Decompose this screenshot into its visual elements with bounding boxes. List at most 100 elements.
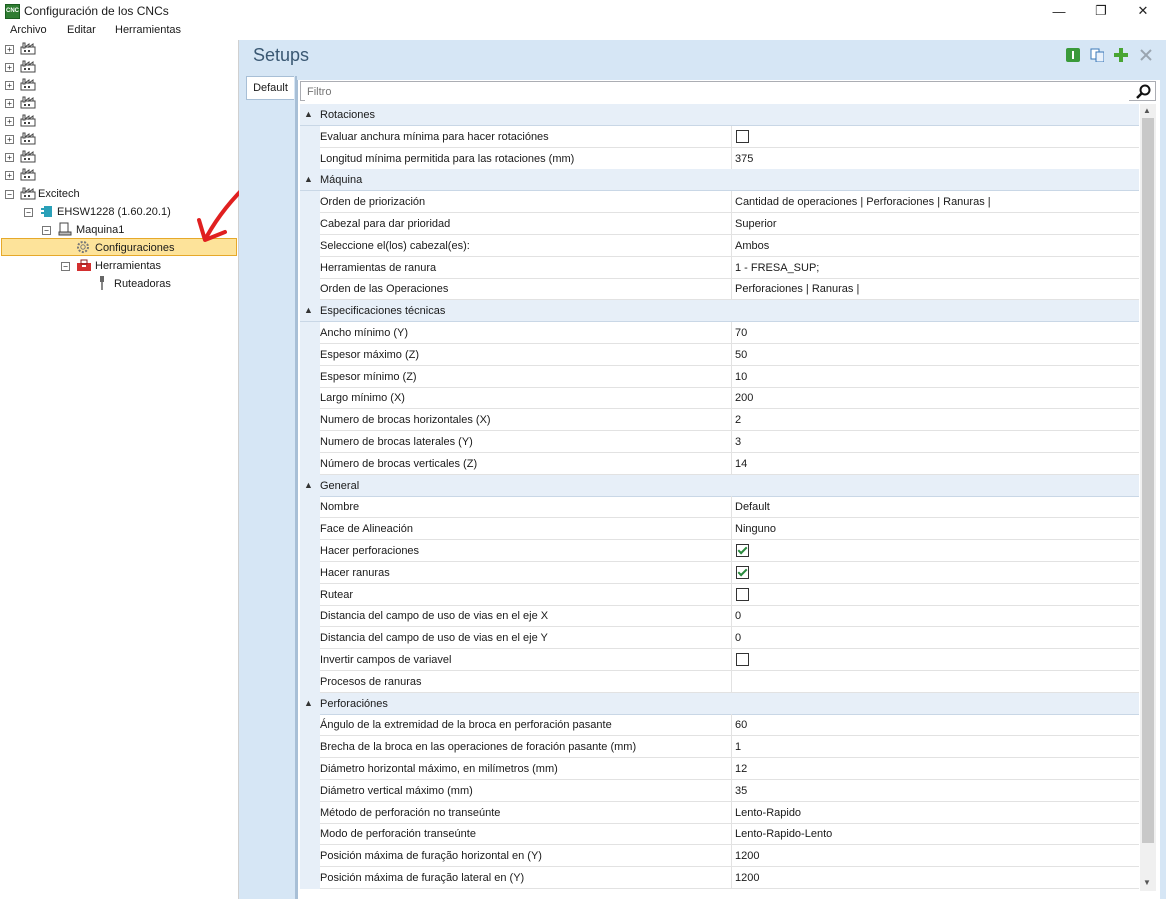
property-row[interactable]: Ángulo de la extremidad de la broca en p… [300,714,1139,737]
property-row[interactable]: Ancho mínimo (Y) 70 [300,322,1139,344]
tree-item-ruteadoras[interactable]: Ruteadoras [114,278,171,290]
expander-excitech[interactable]: − [5,190,14,199]
factory-icon[interactable] [20,168,36,181]
property-row[interactable]: Nombre Default [300,496,1139,519]
delete-icon[interactable] [1139,48,1153,62]
filter-input[interactable] [305,83,1129,101]
property-row[interactable]: Posición máxima de furação lateral en (Y… [300,867,1139,889]
property-row[interactable]: Procesos de ranuras [300,670,1139,693]
expander-factory[interactable]: + [5,45,14,54]
collapse-chevron-icon[interactable]: ▲ [304,698,313,708]
property-row[interactable]: Distancia del campo de uso de vias en el… [300,605,1139,628]
expander-factory[interactable]: + [5,171,14,180]
property-row[interactable]: Diámetro vertical máximo (mm) 35 [300,779,1139,802]
tab-default[interactable]: Default [246,76,294,100]
property-value[interactable]: 375 [735,153,753,165]
property-row[interactable]: Numero de brocas horizontales (X) 2 [300,409,1139,432]
close-button[interactable]: ✕ [1120,0,1166,22]
property-value[interactable]: 1 [735,741,741,753]
collapse-chevron-icon[interactable]: ▲ [304,480,313,490]
property-row[interactable]: Modo de perforación transeúnte Lento-Rapi… [300,823,1139,846]
scroll-down-icon[interactable]: ▼ [1143,878,1151,887]
expander-machine[interactable]: − [24,208,33,217]
expander-herramientas[interactable]: − [61,262,70,271]
property-value[interactable]: 2 [735,414,741,426]
tree-item-machine[interactable]: EHSW1228 (1.60.20.1) [57,206,171,218]
category-row[interactable]: ▲ Rotaciones [300,104,1139,126]
property-row[interactable]: Invertir campos de variavel [300,649,1139,671]
property-value[interactable]: 12 [735,763,747,775]
property-value[interactable]: Perforaciones | Ranuras | [735,283,859,295]
property-value[interactable]: 60 [735,719,747,731]
tree-item-configuraciones[interactable]: Configuraciones [95,242,175,254]
property-row[interactable]: Espesor máximo (Z) 50 [300,343,1139,366]
property-value[interactable]: Cantidad de operaciones | Perforaciones … [735,196,991,208]
property-value[interactable]: 200 [735,392,753,404]
property-row[interactable]: Distancia del campo de uso de vias en el… [300,627,1139,650]
factory-icon[interactable] [20,78,36,91]
tree-item-herramientas[interactable]: Herramientas [95,260,161,272]
property-row[interactable]: Método de perforación no transeúnte Lento… [300,801,1139,824]
expander-factory[interactable]: + [5,135,14,144]
scrollbar-thumb[interactable] [1142,118,1154,843]
property-value[interactable]: 50 [735,349,747,361]
scroll-up-icon[interactable]: ▲ [1143,106,1151,115]
property-row[interactable]: Herramientas de ranura 1 - FRESA_SUP; [300,256,1139,279]
category-row[interactable]: ▲ Especificaciones técnicas [300,300,1139,323]
property-row[interactable]: Espesor mínimo (Z) 10 [300,365,1139,388]
category-row[interactable]: ▲ General [300,474,1139,497]
search-icon[interactable] [1136,84,1152,100]
info-icon[interactable] [1066,48,1080,62]
expander-factory[interactable]: + [5,81,14,90]
property-value[interactable]: 10 [735,371,747,383]
expander-maquina[interactable]: − [42,226,51,235]
property-row[interactable]: Hacer perforaciones [300,540,1139,562]
property-row[interactable]: Número de brocas verticales (Z) 14 [300,452,1139,475]
property-row[interactable]: Evaluar anchura mínima para hacer rotaci… [300,125,1139,148]
property-value[interactable]: Lento-Rapido-Lento [735,828,832,840]
property-value[interactable]: 35 [735,785,747,797]
tree-item-maquina[interactable]: Maquina1 [76,224,124,236]
menu-herramientas[interactable]: Herramientas [115,24,181,36]
property-row[interactable]: Largo mínimo (X) 200 [300,387,1139,410]
factory-icon[interactable] [20,60,36,73]
collapse-chevron-icon[interactable]: ▲ [304,305,313,315]
property-row[interactable]: Hacer ranuras [300,561,1139,584]
property-value[interactable]: 70 [735,327,747,339]
property-value[interactable]: Superior [735,218,777,230]
menu-editar[interactable]: Editar [67,24,96,36]
expander-factory[interactable]: + [5,99,14,108]
property-value[interactable]: Ambos [735,240,769,252]
copy-icon[interactable] [1090,48,1104,62]
factory-icon[interactable] [20,150,36,163]
property-row[interactable]: Diámetro horizontal máximo, en milímetro… [300,758,1139,780]
menu-archivo[interactable]: Archivo [10,24,47,36]
property-row[interactable]: Orden de las Operaciones Perforaciones | … [300,278,1139,301]
property-checkbox[interactable] [736,565,749,579]
property-value[interactable]: Lento-Rapido [735,807,801,819]
property-value[interactable]: Ninguno [735,523,776,535]
collapse-chevron-icon[interactable]: ▲ [304,109,313,119]
factory-icon[interactable] [20,96,36,109]
property-row[interactable]: Seleccione el(los) cabezal(es): Ambos [300,234,1139,257]
property-row[interactable]: Rutear [300,583,1139,606]
property-row[interactable]: Cabezal para dar prioridad Superior [300,213,1139,235]
property-value[interactable]: 1200 [735,872,759,884]
category-row[interactable]: ▲ Máquina [300,169,1139,192]
expander-factory[interactable]: + [5,63,14,72]
expander-factory[interactable]: + [5,117,14,126]
tree-item-excitech[interactable]: Excitech [38,188,80,200]
property-checkbox[interactable] [736,653,749,666]
property-value[interactable]: Default [735,501,770,513]
property-value[interactable]: 1 - FRESA_SUP; [735,262,819,274]
collapse-chevron-icon[interactable]: ▲ [304,174,313,184]
property-value[interactable]: 3 [735,436,741,448]
property-row[interactable]: Posición máxima de furação horizontal en… [300,845,1139,868]
factory-icon[interactable] [20,132,36,145]
property-checkbox[interactable] [736,129,749,143]
property-value[interactable]: 1200 [735,850,759,862]
property-row[interactable]: Brecha de la broca en las operaciones de… [300,736,1139,759]
property-row[interactable]: Numero de brocas laterales (Y) 3 [300,431,1139,453]
minimize-button[interactable]: — [1036,0,1082,22]
expander-factory[interactable]: + [5,153,14,162]
